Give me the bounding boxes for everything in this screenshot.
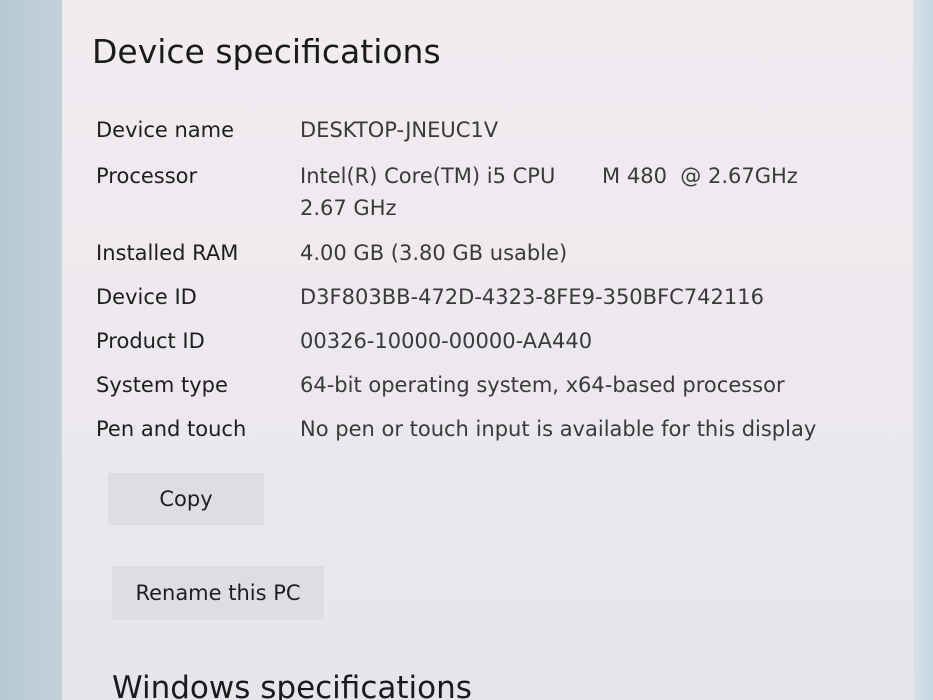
spec-label: Pen and touch bbox=[96, 417, 247, 441]
spec-row-system-type: System type 64-bit operating system, x64… bbox=[96, 373, 896, 413]
copy-button[interactable]: Copy bbox=[108, 473, 264, 525]
spec-row-device-name: Device name DESKTOP-JNEUC1V bbox=[96, 118, 896, 158]
spec-row-pen-and-touch: Pen and touch No pen or touch input is a… bbox=[96, 417, 896, 457]
spec-row-processor: Processor Intel(R) Core(TM) i5 CPU M 480… bbox=[96, 164, 896, 230]
spec-row-device-id: Device ID D3F803BB-472D-4323-8FE9-350BFC… bbox=[96, 285, 896, 325]
device-specifications-panel: Device specifications Device name DESKTO… bbox=[62, 0, 913, 700]
spec-label: System type bbox=[96, 373, 228, 397]
spec-label: Product ID bbox=[96, 329, 205, 353]
background-right bbox=[913, 0, 933, 700]
spec-label: Device name bbox=[96, 118, 235, 142]
spec-value: No pen or touch input is available for t… bbox=[300, 417, 817, 441]
spec-value: Intel(R) Core(TM) i5 CPU M 480 @ 2.67GHz… bbox=[300, 164, 798, 220]
spec-value: 00326-10000-00000-AA440 bbox=[300, 329, 593, 353]
spec-value: DESKTOP-JNEUC1V bbox=[300, 118, 499, 142]
spec-row-product-id: Product ID 00326-10000-00000-AA440 bbox=[96, 329, 896, 369]
rename-pc-button[interactable]: Rename this PC bbox=[112, 566, 324, 620]
spec-row-installed-ram: Installed RAM 4.00 GB (3.80 GB usable) bbox=[96, 241, 896, 281]
spec-label: Device ID bbox=[96, 285, 197, 309]
windows-specifications-heading: Windows specifications bbox=[112, 670, 472, 700]
spec-label: Processor bbox=[96, 164, 198, 188]
spec-value: 64-bit operating system, x64-based proce… bbox=[300, 373, 785, 397]
spec-label: Installed RAM bbox=[96, 241, 239, 265]
page-title: Device specifications bbox=[92, 32, 441, 71]
background-left bbox=[0, 0, 62, 700]
spec-value: 4.00 GB (3.80 GB usable) bbox=[300, 241, 568, 265]
spec-value: D3F803BB-472D-4323-8FE9-350BFC742116 bbox=[300, 285, 764, 309]
